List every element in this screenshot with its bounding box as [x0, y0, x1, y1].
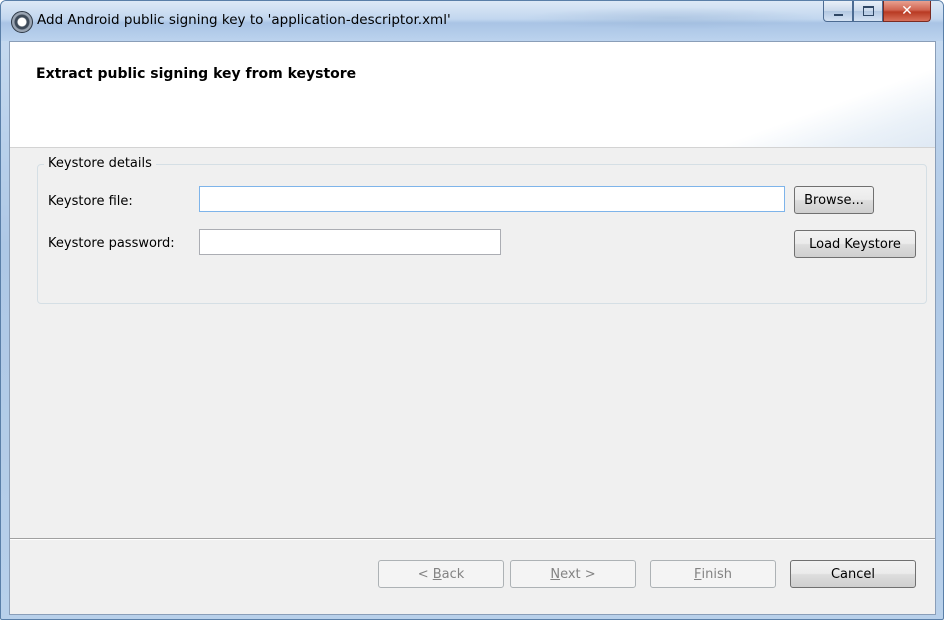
minimize-icon: [833, 14, 843, 16]
page-title: Extract public signing key from keystore: [36, 66, 357, 82]
window-controls: ✕: [823, 1, 931, 23]
next-button-rest: ext >: [560, 566, 596, 582]
back-button-rest: ack: [441, 566, 465, 582]
finish-button-rest: inish: [701, 566, 732, 582]
next-button[interactable]: Next >: [510, 560, 636, 588]
keystore-file-label: Keystore file:: [48, 194, 133, 209]
keystore-file-input[interactable]: [199, 186, 785, 212]
finish-button-mnemonic: F: [694, 566, 702, 582]
window-title: Add Android public signing key to 'appli…: [37, 12, 451, 28]
keystore-details-label: Keystore details: [44, 156, 156, 171]
eclipse-app-icon: [11, 11, 33, 33]
keystore-password-input[interactable]: [199, 229, 501, 255]
maximize-icon: [862, 6, 874, 16]
close-icon: ✕: [901, 3, 913, 19]
back-button[interactable]: < Back: [378, 560, 504, 588]
back-button-mnemonic: B: [432, 566, 442, 582]
minimize-button[interactable]: [823, 1, 853, 22]
keystore-password-label: Keystore password:: [48, 236, 175, 251]
wizard-banner: Extract public signing key from keystore: [10, 42, 935, 148]
footer-separator: [10, 538, 935, 540]
dialog-client-area: Extract public signing key from keystore…: [9, 41, 936, 615]
finish-button[interactable]: Finish: [650, 560, 776, 588]
dialog-window: Add Android public signing key to 'appli…: [0, 0, 944, 620]
browse-button[interactable]: Browse...: [794, 186, 874, 214]
back-button-prefix: <: [417, 566, 433, 582]
load-keystore-button[interactable]: Load Keystore: [794, 230, 916, 258]
cancel-button[interactable]: Cancel: [790, 560, 916, 588]
maximize-button[interactable]: [853, 1, 883, 22]
close-button[interactable]: ✕: [883, 1, 931, 22]
next-button-mnemonic: N: [550, 566, 561, 582]
title-bar[interactable]: Add Android public signing key to 'appli…: [1, 1, 943, 41]
